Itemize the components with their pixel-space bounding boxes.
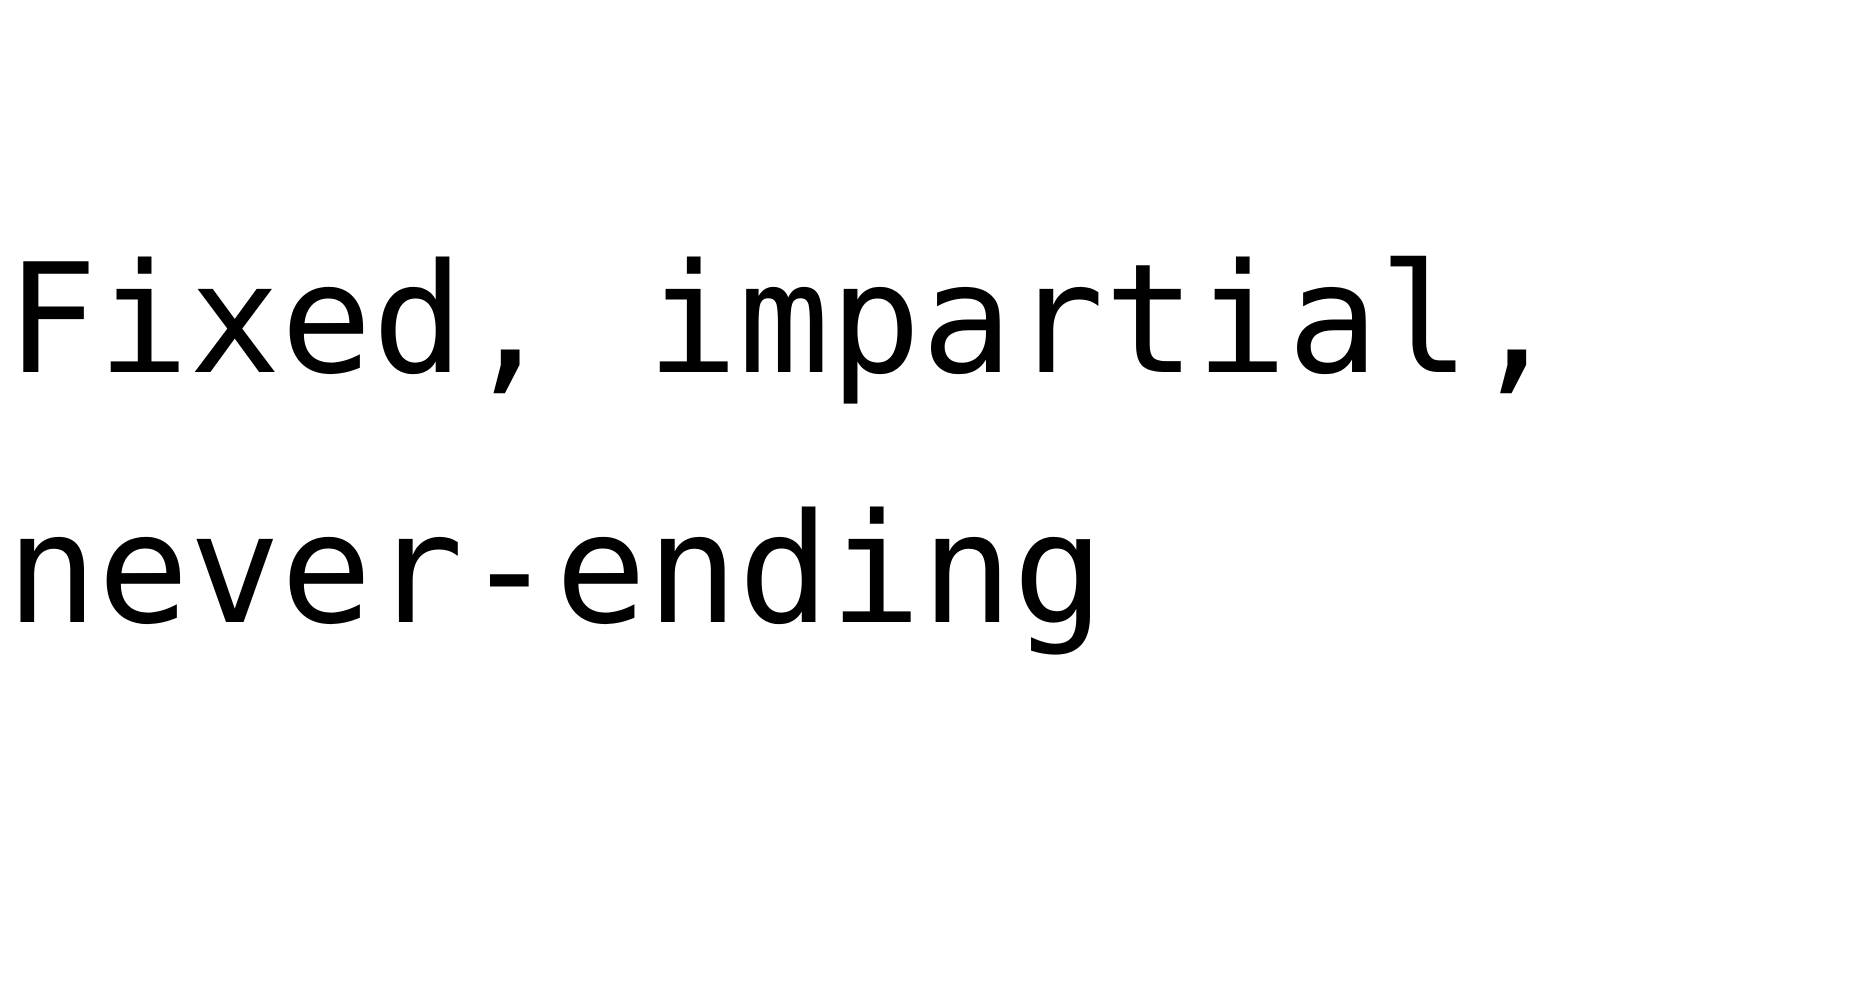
text-line-1: Fixed, impartial,	[6, 231, 1562, 408]
text-line-2: never-ending	[6, 481, 1105, 658]
large-monospace-text: Fixed, impartial, never-ending	[6, 231, 1866, 695]
text-canvas: Fixed, impartial, never-ending	[0, 0, 1866, 1000]
